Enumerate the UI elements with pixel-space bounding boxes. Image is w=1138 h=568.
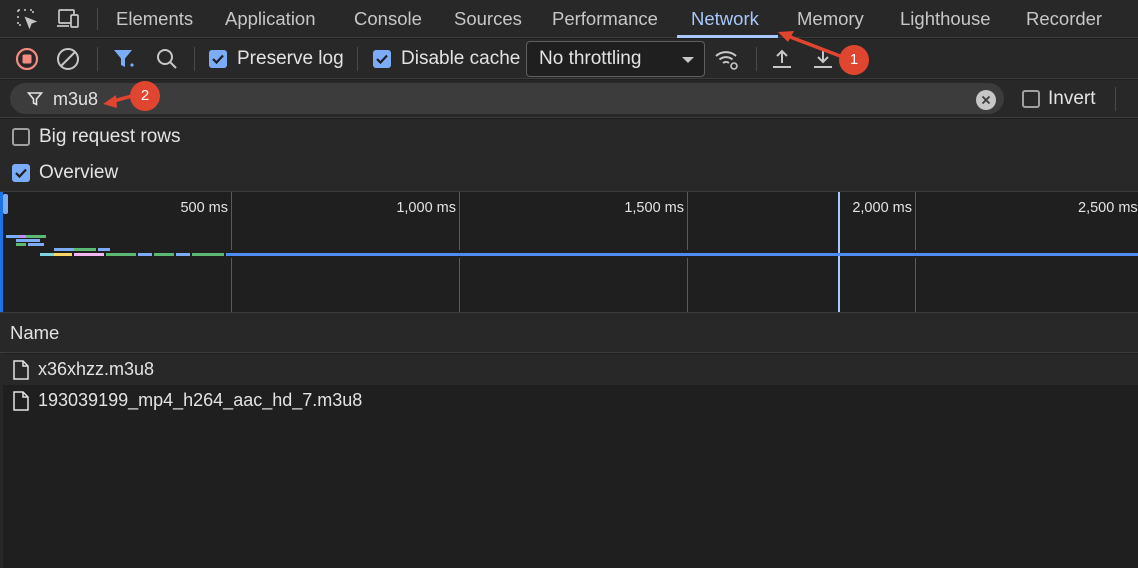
- tick-label-2500: 2,500 ms: [1078, 200, 1138, 216]
- overview-left-handle[interactable]: [3, 194, 8, 214]
- toolbar-separator: [756, 47, 757, 71]
- tab-console[interactable]: Console: [354, 0, 422, 38]
- export-har-icon[interactable]: [810, 46, 836, 72]
- name-column-header[interactable]: Name: [0, 313, 1138, 353]
- tab-separator: [97, 8, 98, 30]
- network-conditions-icon[interactable]: [714, 46, 740, 72]
- tab-sources[interactable]: Sources: [454, 0, 522, 38]
- tick-label-1000: 1,000 ms: [396, 200, 456, 216]
- toolbar-separator: [357, 47, 358, 71]
- preserve-log-label[interactable]: Preserve log: [237, 48, 344, 70]
- annotation-badge-2: 2: [130, 81, 160, 111]
- network-toolbar: Preserve log Disable cache No throttling: [0, 39, 1138, 79]
- request-bar: [98, 248, 110, 251]
- tab-lighthouse[interactable]: Lighthouse: [900, 0, 991, 38]
- big-request-rows-option: Big request rows: [0, 119, 1138, 155]
- document-icon: [13, 360, 29, 380]
- request-bar: [106, 253, 136, 256]
- filter-input-value: m3u8: [53, 89, 99, 109]
- filter-icon[interactable]: [111, 46, 137, 72]
- tick-label-500: 500 ms: [180, 200, 228, 216]
- request-bar: [154, 253, 174, 256]
- request-bar: [138, 253, 152, 256]
- overview-option: Overview: [0, 155, 1138, 191]
- request-bar: [54, 248, 74, 251]
- toolbar-separator: [97, 47, 98, 71]
- load-event-marker: [838, 192, 840, 312]
- network-overview[interactable]: 500 ms 1,000 ms 1,500 ms 2,000 ms 2,500 …: [0, 191, 1138, 313]
- request-bar: [74, 253, 104, 256]
- gridline: [231, 192, 232, 250]
- overview-label[interactable]: Overview: [39, 162, 118, 184]
- request-bar: [28, 243, 44, 246]
- filter-bar: m3u8 Invert: [0, 80, 1138, 118]
- device-toolbar-icon[interactable]: [55, 6, 81, 32]
- disable-cache-checkbox[interactable]: [373, 50, 391, 68]
- import-har-icon[interactable]: [769, 46, 795, 72]
- record-stop-icon[interactable]: [14, 46, 40, 72]
- clear-icon[interactable]: [55, 46, 81, 72]
- request-bar: [54, 253, 72, 256]
- chevron-down-icon: [682, 57, 694, 63]
- table-row[interactable]: 193039199_mp4_h264_aac_hd_7.m3u8: [3, 385, 1138, 416]
- gridline: [915, 192, 916, 250]
- request-bar: [176, 253, 190, 256]
- table-left-edge: [0, 353, 3, 568]
- tab-application[interactable]: Application: [225, 0, 316, 38]
- request-bar: [40, 253, 54, 256]
- request-bar: [192, 253, 224, 256]
- gridline: [687, 258, 688, 312]
- toolbar-separator: [194, 47, 195, 71]
- request-bar: [26, 235, 46, 238]
- throttling-select[interactable]: No throttling: [526, 41, 705, 77]
- clear-filter-icon[interactable]: [976, 90, 996, 110]
- tab-recorder[interactable]: Recorder: [1026, 0, 1102, 38]
- invert-checkbox[interactable]: [1022, 90, 1040, 108]
- filter-funnel-icon: [27, 92, 43, 106]
- preserve-log-checkbox[interactable]: [209, 50, 227, 68]
- big-request-rows-checkbox[interactable]: [12, 128, 30, 146]
- throttling-selected-value: No throttling: [539, 48, 642, 69]
- invert-label[interactable]: Invert: [1048, 88, 1096, 110]
- document-icon: [13, 391, 29, 411]
- annotation-badge-1: 1: [839, 45, 869, 75]
- tick-label-1500: 1,500 ms: [624, 200, 684, 216]
- overview-checkbox[interactable]: [12, 164, 30, 182]
- devtools-tab-bar: Elements Application Console Sources Per…: [0, 0, 1138, 38]
- request-name: x36xhzz.m3u8: [38, 359, 155, 379]
- name-column-label: Name: [10, 322, 60, 343]
- gridline: [687, 192, 688, 250]
- tab-elements[interactable]: Elements: [116, 0, 193, 38]
- request-bar: [16, 239, 40, 242]
- tab-network[interactable]: Network: [691, 0, 759, 38]
- gridline: [915, 258, 916, 312]
- request-bar: [16, 243, 26, 246]
- gridline: [231, 258, 232, 312]
- request-bar: [6, 235, 20, 238]
- active-tab-indicator: [677, 35, 778, 38]
- gridline: [459, 258, 460, 312]
- request-name: 193039199_mp4_h264_aac_hd_7.m3u8: [38, 390, 363, 410]
- gridline: [459, 192, 460, 250]
- disable-cache-label[interactable]: Disable cache: [401, 48, 520, 70]
- tab-performance[interactable]: Performance: [552, 0, 658, 38]
- filter-separator: [1115, 87, 1116, 111]
- search-icon[interactable]: [154, 46, 180, 72]
- devtools-window: Elements Application Console Sources Per…: [0, 0, 1138, 568]
- request-bar: [226, 253, 1138, 256]
- inspect-element-icon[interactable]: [14, 6, 40, 32]
- tab-memory[interactable]: Memory: [797, 0, 864, 38]
- big-request-rows-label[interactable]: Big request rows: [39, 126, 181, 148]
- table-row[interactable]: x36xhzz.m3u8: [3, 354, 1138, 385]
- request-bar: [74, 248, 96, 251]
- overview-window-edge: [0, 192, 3, 312]
